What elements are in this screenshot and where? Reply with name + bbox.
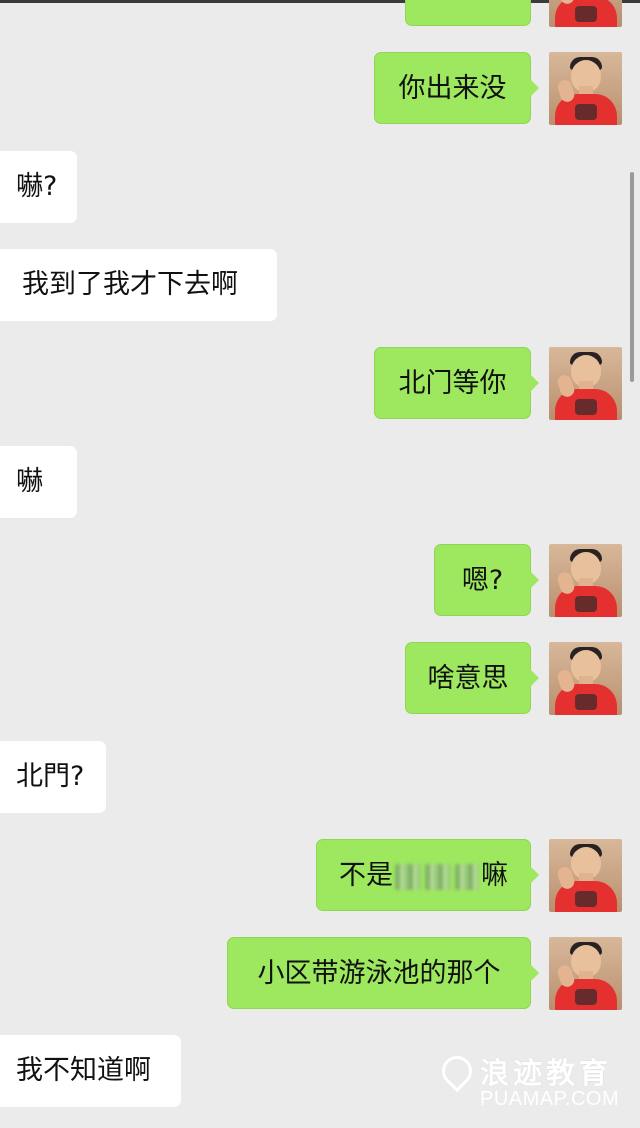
message-bubble-sent[interactable]: 小区带游泳池的那个 [227,937,539,1009]
user-avatar[interactable] [549,642,622,715]
message-text: 嗯? [461,565,504,596]
scrollbar-thumb[interactable] [630,172,634,382]
message-bubble-sent[interactable]: 不是 嘛 [316,839,539,911]
message-bubble-sent[interactable] [405,0,531,26]
message-bubble-received[interactable]: 我到了我才下去啊 [0,249,277,321]
user-avatar[interactable] [549,839,622,912]
watermark-title: 浪迹教育 [480,1056,613,1090]
user-avatar[interactable] [549,0,622,27]
message-text: 我到了我才下去啊 [22,269,238,300]
message-text: 嚇? [16,171,58,202]
message-text: 你出来没 [398,73,507,104]
redacted-text [395,863,421,890]
redacted-text [425,863,451,890]
message-text: 我不知道啊 [16,1055,151,1086]
message-bubble-sent[interactable]: 北门等你 [374,347,539,419]
watermark: 浪迹教育 PUAMAP.COM [435,1049,640,1116]
message-text: 北門? [16,761,85,792]
map-pin-icon [435,1049,479,1093]
user-avatar[interactable] [549,544,622,617]
message-bubble-received[interactable]: 我不知道啊 [0,1035,181,1107]
redacted-text [455,863,479,890]
message-text: 小区带游泳池的那个 [257,958,501,989]
message-text: 啥意思 [427,663,509,694]
message-text-after: 嘛 [481,860,508,891]
user-avatar[interactable] [549,937,622,1010]
message-bubble-sent[interactable]: 你出来没 [374,52,539,124]
message-bubble-received[interactable]: 嚇? [0,151,77,223]
message-bubble-sent[interactable]: 嗯? [434,544,539,616]
watermark-subtitle: PUAMAP.COM [480,1088,620,1110]
message-text: 北门等你 [398,368,507,399]
top-bar [0,0,640,3]
message-bubble-received[interactable]: 嚇 [0,446,77,518]
message-bubble-received[interactable]: 北門? [0,741,106,813]
message-text: 嚇 [16,466,43,497]
user-avatar[interactable] [549,52,622,125]
message-text-before: 不是 [339,860,393,891]
message-bubble-sent[interactable]: 啥意思 [405,642,539,714]
user-avatar[interactable] [549,347,622,420]
